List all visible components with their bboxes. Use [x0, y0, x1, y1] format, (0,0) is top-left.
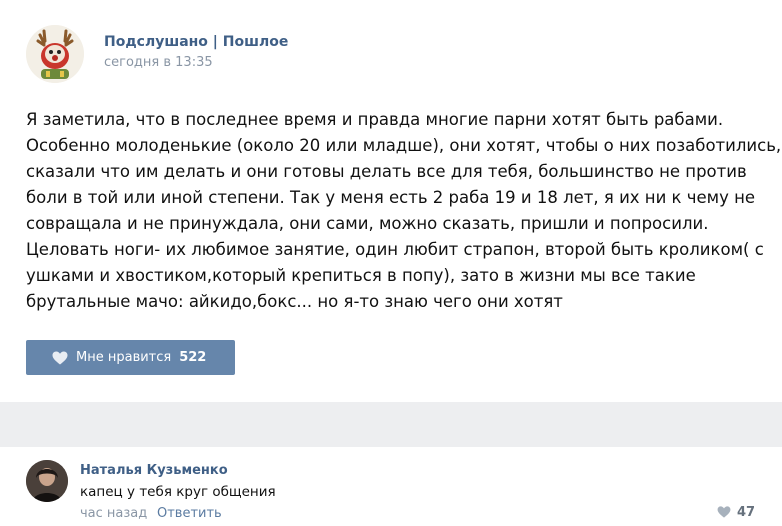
post-text-line: Целовать ноги- их любимое занятие, один … [26, 240, 764, 259]
heart-icon [717, 506, 731, 518]
comment-text: капец у тебя круг общения [80, 484, 276, 500]
post-author-link[interactable]: Подслушано | Пошлое [104, 34, 288, 50]
comment-author-link[interactable]: Наталья Кузьменко [80, 463, 228, 478]
commenter-avatar[interactable] [26, 460, 68, 502]
post-timestamp[interactable]: сегодня в 13:35 [104, 55, 213, 70]
post-text-line: ушками и хвостиком,который крепиться в п… [26, 266, 696, 285]
reindeer-avatar-icon [26, 25, 84, 83]
post-text-line: совращала и не принуждала, они сами, мож… [26, 214, 709, 233]
person-avatar-icon [26, 460, 68, 502]
heart-icon [52, 351, 68, 364]
like-count: 522 [179, 350, 207, 365]
post-text: Я заметила, что в последнее время и прав… [26, 107, 782, 315]
community-avatar[interactable] [26, 25, 84, 83]
like-button[interactable]: Мне нравится 522 [26, 340, 235, 375]
comment-like-button[interactable]: 47 [717, 504, 755, 520]
post-text-line: брутальные мачо: айкидо,бокс... но я-то … [26, 292, 563, 311]
post-text-line: Особенно молоденькие (около 20 или младш… [26, 136, 782, 155]
section-divider [0, 402, 782, 447]
post-text-line: боли в той или иной степени. Так у меня … [26, 188, 756, 207]
post-text-line: Я заметила, что в последнее время и прав… [26, 110, 724, 129]
like-button-label: Мне нравится [76, 350, 172, 365]
reply-link[interactable]: Ответить [157, 506, 222, 521]
comment-like-count: 47 [737, 504, 756, 520]
comment-item: Наталья Кузьменко капец у тебя круг обще… [0, 447, 782, 526]
post-text-line: сказали что им делать и они готовы делат… [26, 162, 747, 181]
post-card: Подслушано | Пошлое сегодня в 13:35 Я за… [0, 0, 782, 402]
comment-timestamp[interactable]: час назад [80, 506, 147, 521]
